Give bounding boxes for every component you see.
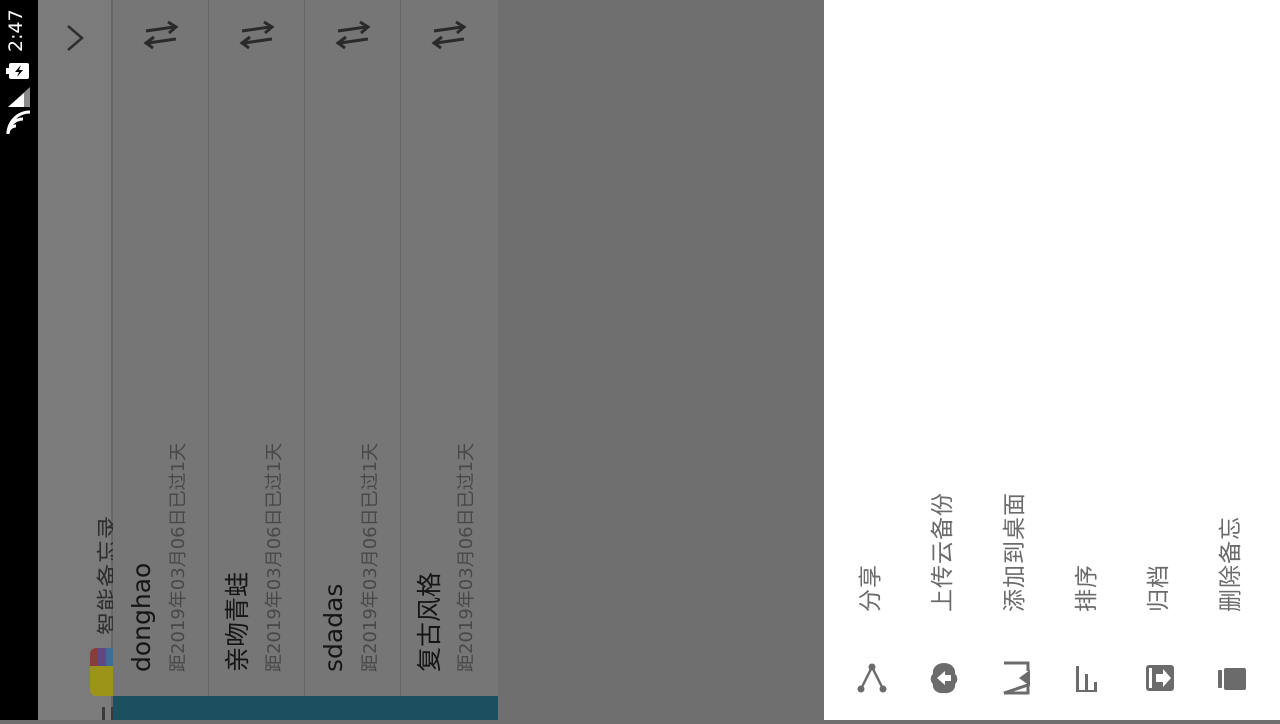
note-title: 复古风格: [415, 571, 444, 672]
add-to-desktop-button[interactable]: 添加到桌面: [980, 0, 1052, 720]
app-bar: 智能备忘录: [38, 0, 137, 720]
archive-icon: [1144, 660, 1176, 696]
note-title: donghao: [127, 562, 156, 672]
note-title: 亲吻青蛙: [223, 571, 252, 672]
action-label: 上传云备份: [930, 492, 956, 612]
archive-button[interactable]: 归档: [1124, 0, 1196, 720]
note-subtitle: 距2019年03月06日已过1天: [360, 442, 381, 672]
note-title: sdadas: [319, 583, 348, 672]
sort-button[interactable]: 排序: [1052, 0, 1124, 720]
share-icon: [856, 660, 888, 696]
action-label: 排序: [1074, 564, 1100, 612]
delete-note-button[interactable]: 删除备忘: [1196, 0, 1268, 720]
action-label: 分享: [858, 564, 884, 612]
list-item[interactable]: 复古风格 距2019年03月06日已过1天: [401, 0, 497, 696]
note-subtitle: 距2019年03月06日已过1天: [264, 442, 285, 672]
add-to-desktop-icon: [1000, 660, 1032, 696]
status-time: 2:47: [5, 9, 27, 52]
cell-signal-icon: [6, 85, 32, 109]
note-list: donghao 距2019年03月06日已过1天 亲吻青蛙 距2019年03月0…: [113, 0, 498, 720]
wifi-icon: [6, 108, 32, 136]
battery-icon: [6, 60, 32, 82]
cloud-backup-button[interactable]: 上传云备份: [908, 0, 980, 720]
action-label: 删除备忘: [1218, 516, 1244, 612]
delete-icon: [1216, 660, 1248, 696]
action-label: 归档: [1146, 564, 1172, 612]
list-item[interactable]: sdadas 距2019年03月06日已过1天: [305, 0, 401, 696]
status-bar: 2:47: [0, 0, 38, 720]
swap-icon[interactable]: [333, 20, 373, 50]
list-item[interactable]: donghao 距2019年03月06日已过1天: [113, 0, 209, 696]
note-subtitle: 距2019年03月06日已过1天: [456, 442, 477, 672]
list-item[interactable]: 亲吻青蛙 距2019年03月06日已过1天: [209, 0, 305, 696]
swap-icon[interactable]: [429, 20, 469, 50]
chevron-right-icon[interactable]: [62, 20, 90, 56]
accent-bar: [113, 696, 498, 720]
action-label: 添加到桌面: [1002, 492, 1028, 612]
sort-icon: [1072, 660, 1104, 696]
note-subtitle: 距2019年03月06日已过1天: [168, 442, 189, 672]
swap-icon[interactable]: [141, 20, 181, 50]
cloud-upload-icon: [928, 660, 960, 696]
swap-icon[interactable]: [237, 20, 277, 50]
share-button[interactable]: 分享: [836, 0, 908, 720]
action-panel: 分享 上传云备份 添加到桌面 排序 归档 删除备忘: [824, 0, 1280, 720]
